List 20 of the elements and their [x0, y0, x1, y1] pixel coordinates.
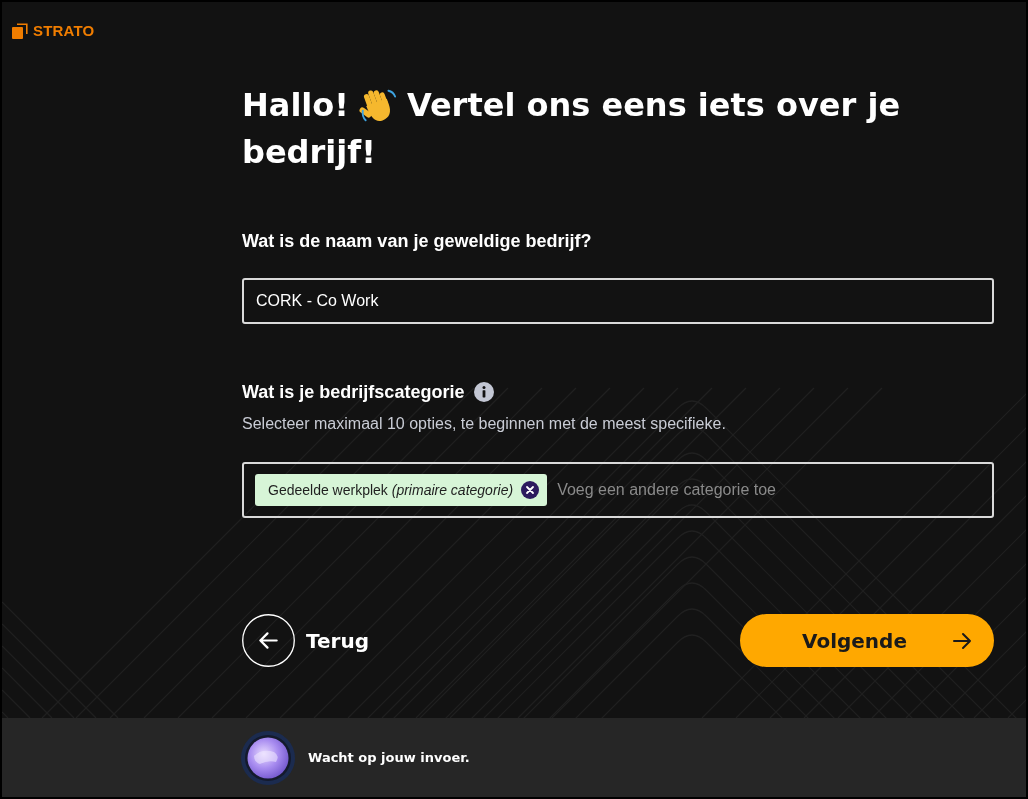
category-label: Wat is je bedrijfscategorie [242, 381, 465, 404]
heading-text: bedrijf! [242, 132, 376, 173]
next-button[interactable]: Volgende [740, 614, 994, 667]
heading-greeting: Hallo! [242, 85, 349, 126]
back-button[interactable]: Terug [242, 614, 369, 667]
heading-text: Vertel ons eens iets over je [406, 85, 901, 126]
logo-text: STRATO [33, 22, 95, 40]
close-icon[interactable] [521, 481, 540, 499]
status-text: Wacht op jouw invoer. [308, 748, 470, 767]
company-name-input[interactable]: CORK - Co Work [242, 278, 994, 324]
arrow-right-icon [952, 630, 972, 651]
category-hint: Selecteer maximaal 10 opties, te beginnen met de meest specifieke. [242, 414, 727, 434]
logo-icon [12, 23, 28, 39]
info-icon[interactable] [474, 382, 495, 402]
arrow-left-icon [242, 614, 295, 667]
category-tag-label: Gedeelde werkplek (primaire categorie) [268, 480, 514, 500]
orb-icon [240, 729, 296, 786]
category-field[interactable]: Gedeelde werkplek (primaire categorie) Voeg een andere categorie toe [242, 462, 994, 518]
company-name-label: Wat is de naam van je geweldige bedrijf? [242, 230, 593, 253]
category-input[interactable]: Voeg een andere categorie toe [557, 478, 980, 502]
